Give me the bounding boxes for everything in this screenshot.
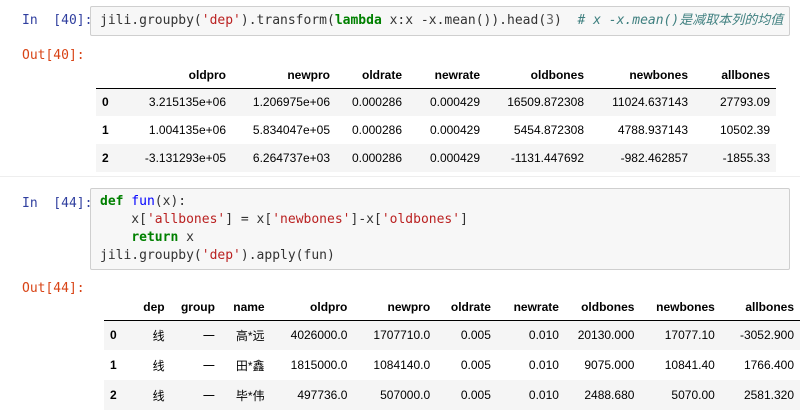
table-cell: 5.834047e+05 [252,123,330,137]
table-cell: 507000.0 [380,388,431,402]
row-index: 0 [110,328,117,343]
column-header-newrate: newrate [408,62,486,89]
table-cell: 20130.000 [577,328,635,343]
table-cell: 线 [152,388,165,403]
table-cell: 2488.680 [584,388,635,402]
table-cell: 毕*伟 [235,388,265,403]
column-header-newrate: newrate [496,294,565,321]
code-line-44-3: return x [131,230,194,245]
table-cell: 1.004135e+06 [148,123,226,137]
table-row: 2 线 一 毕*伟 497736.0 507000.0 0.005 0.010 2488.680… [104,380,800,410]
row-index: 2 [110,388,117,402]
column-header-index [96,62,124,89]
column-header-oldrate: oldrate [436,294,497,321]
code-cell-44[interactable]: def fun(x): x['allbones'] = x['newbones'… [90,188,790,270]
table-cell: 4788.937143 [617,123,688,137]
table-cell: 0.000286 [351,123,402,137]
table-cell: 17077.10 [664,328,715,343]
table-row: 0 线 一 高*远 4026000.0 1707710.0 0.005 0.010 20130.… [104,320,800,350]
column-header-newpro: newpro [232,62,336,89]
row-index: 2 [102,151,109,165]
table-cell: 0.005 [460,358,491,372]
table-cell: 1.206975e+06 [252,95,330,110]
code-line-44-4: jili.groupby('dep').apply(fun) [100,248,335,263]
column-header-dep: dep [128,294,171,321]
row-index: 1 [102,123,109,137]
column-header-newbones: newbones [640,294,721,321]
table-cell: 一 [202,328,215,343]
input-prompt-44: In [44]: [22,196,93,211]
table-cell: 9075.000 [584,358,635,372]
table-cell: 0.010 [528,358,559,372]
table-cell: -3.131293e+05 [144,151,226,165]
row-index: 1 [110,358,117,372]
table-cell: 11024.637143 [612,95,688,110]
output-prompt-40: Out[40]: [22,48,85,63]
table-row: 2 -3.131293e+05 6.264737e+03 0.000286 0.0004… [96,144,776,172]
code-line-40-1: jili.groupby('dep').transform(lambda x:x… [100,13,784,28]
table-cell: 1084140.0 [373,358,431,372]
table-row: 1 1.004135e+06 5.834047e+05 0.000286 0.00042… [96,116,776,144]
table-cell: 1766.400 [743,358,794,372]
table-cell: 2581.320 [743,388,794,402]
table-cell: -1855.33 [722,151,770,165]
column-header-oldpro: oldpro [124,62,232,89]
table-cell: 0.010 [528,388,559,402]
table-cell: 0.000429 [429,123,480,137]
code-cell-40[interactable]: jili.groupby('dep').transform(lambda x:x… [90,6,790,36]
column-header-newbones: newbones [590,62,694,89]
table-cell: 0.000286 [351,95,402,110]
table-cell: 10502.39 [719,123,770,137]
code-line-44-1: def fun(x): [100,194,187,209]
column-header-newpro: newpro [353,294,437,321]
dataframe-output-44: dep group name oldpro newpro oldrate newrate ol… [104,294,800,410]
table-cell: 5454.872308 [513,123,584,137]
table-cell: 0.000286 [351,151,402,165]
table-cell: 0.000429 [429,95,480,110]
table-cell: 6.264737e+03 [252,151,330,165]
table-cell: 线 [152,328,165,343]
table-cell: 5070.00 [671,388,715,402]
table-row: 0 3.215135e+06 1.206975e+06 0.000286 0.00042… [96,88,776,116]
row-index: 0 [102,95,109,110]
dataframe-output-40: oldpro newpro oldrate newrate oldbones newbon… [96,62,776,172]
table-cell: 0.005 [460,328,491,343]
table-cell: 4026000.0 [290,328,348,343]
table-cell: 高*远 [235,328,265,343]
table-cell: 1815000.0 [290,358,348,372]
column-header-oldbones: oldbones [486,62,590,89]
column-header-allbones: allbones [720,294,800,321]
table-cell: -982.462857 [620,151,688,165]
table-cell: 0.005 [460,388,491,402]
column-header-allbones: allbones [694,62,776,89]
table-cell: 10841.40 [664,358,715,372]
column-header-oldpro: oldpro [270,294,354,321]
column-header-oldbones: oldbones [564,294,641,321]
output-prompt-44: Out[44]: [22,281,85,296]
table-cell: 一 [202,388,215,403]
cell-divider [0,176,800,177]
table-cell: 0.010 [528,328,559,343]
table-row: 1 线 一 田*鑫 1815000.0 1084140.0 0.005 0.010 9075.0… [104,350,800,380]
table-cell: 27793.09 [719,95,770,110]
table-cell: 0.000429 [429,151,480,165]
table-cell: 1707710.0 [373,328,431,343]
column-header-index [104,294,129,321]
table-cell: 3.215135e+06 [148,95,226,110]
table-cell: 497736.0 [297,388,348,402]
table-cell: 田*鑫 [235,358,265,373]
table-cell: -1131.447692 [510,151,584,165]
column-header-name: name [220,294,271,321]
table-cell: 一 [202,358,215,373]
table-cell: 16509.872308 [507,95,584,110]
table-cell: -3052.900 [739,328,794,343]
column-header-oldrate: oldrate [336,62,408,89]
column-header-group: group [170,294,221,321]
table-cell: 线 [152,358,165,373]
code-line-44-2: x['allbones'] = x['newbones']-x['oldbone… [100,212,468,227]
input-prompt-40: In [40]: [22,13,93,28]
